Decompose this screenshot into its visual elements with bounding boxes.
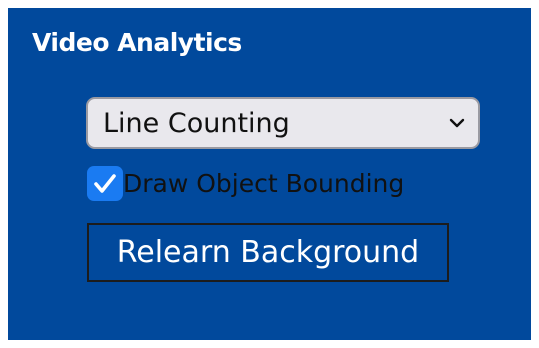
video-analytics-panel: Video Analytics Line Counting Draw Objec… bbox=[8, 8, 531, 340]
draw-bounding-label[interactable]: Draw Object Bounding bbox=[123, 167, 404, 201]
checkmark-icon bbox=[94, 173, 116, 193]
panel-title: Video Analytics bbox=[32, 28, 242, 57]
chevron-down-icon bbox=[449, 118, 465, 128]
draw-bounding-checkbox[interactable] bbox=[87, 166, 123, 201]
mode-select[interactable]: Line Counting bbox=[86, 97, 480, 149]
mode-select-value: Line Counting bbox=[103, 107, 290, 139]
relearn-background-button[interactable]: Relearn Background bbox=[87, 223, 449, 282]
